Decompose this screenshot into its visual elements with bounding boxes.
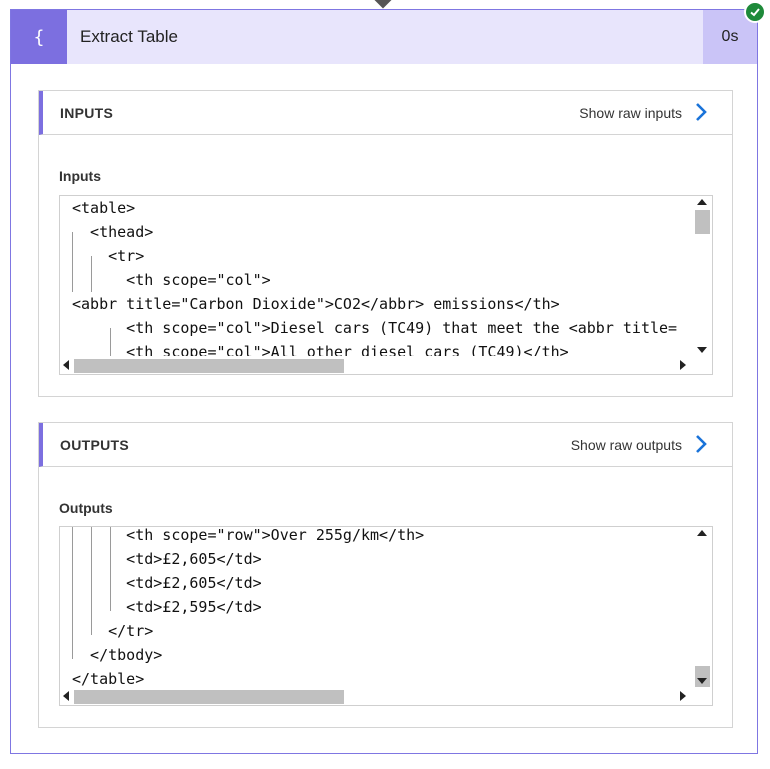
scroll-down-arrow-icon[interactable] <box>697 678 707 684</box>
chevron-right-icon[interactable] <box>694 434 708 454</box>
scroll-left-arrow-icon[interactable] <box>63 691 69 701</box>
code-line: <thead> <box>72 223 154 241</box>
outputs-section-title: OUTPUTS <box>60 437 129 453</box>
action-card: { Extract Table 0s INPUTS Show raw input… <box>10 1 766 754</box>
code-line: <th scope="col">All other diesel cars (T… <box>72 343 569 356</box>
scroll-right-arrow-icon[interactable] <box>680 691 686 701</box>
code-line: <th scope="col"> <box>72 271 271 289</box>
inputs-section-header[interactable]: INPUTS Show raw inputs <box>39 91 732 135</box>
inputs-horizontal-scrollbar[interactable] <box>60 356 712 374</box>
outputs-section-header[interactable]: OUTPUTS Show raw outputs <box>39 423 732 467</box>
card-header[interactable]: { Extract Table 0s <box>11 1 766 64</box>
inputs-code-viewer[interactable]: <table> <thead> <tr> <th scope="col"> <ab… <box>59 195 713 375</box>
outputs-horizontal-scrollbar[interactable] <box>60 687 712 705</box>
scroll-down-arrow-icon[interactable] <box>697 347 707 353</box>
inputs-code-content: <table> <thead> <tr> <th scope="col"> <ab… <box>60 196 692 356</box>
inputs-field-label: Inputs <box>59 168 101 184</box>
code-line: <td>£2,605</td> <box>72 574 262 592</box>
show-raw-inputs-link[interactable]: Show raw inputs <box>579 105 682 121</box>
outputs-code-content: <th scope="row">Over 255g/km</th> <td>£2… <box>60 527 692 687</box>
code-line: <td>£2,605</td> <box>72 550 262 568</box>
card-title: Extract Table <box>80 27 178 46</box>
code-line: </table> <box>72 670 145 687</box>
inputs-section-title: INPUTS <box>60 105 114 121</box>
scroll-up-arrow-icon[interactable] <box>697 530 707 536</box>
outputs-section: OUTPUTS Show raw outputs Outputs <th sco… <box>38 422 733 728</box>
chevron-right-icon[interactable] <box>694 102 708 122</box>
code-line: <abbr title="Carbon Dioxide">CO2</abbr> … <box>72 295 560 313</box>
svg-text:{: { <box>33 27 44 48</box>
code-line: </tr> <box>72 622 154 640</box>
inputs-vertical-scroll-thumb[interactable] <box>695 210 710 234</box>
outputs-vertical-scrollbar[interactable] <box>692 527 712 690</box>
code-line: <table> <box>72 199 136 217</box>
scroll-left-arrow-icon[interactable] <box>63 360 69 370</box>
outputs-horizontal-scroll-thumb[interactable] <box>74 690 344 704</box>
code-line: </tbody> <box>72 646 163 664</box>
code-line: <td>£2,595</td> <box>72 598 262 616</box>
inputs-section: INPUTS Show raw inputs Inputs <table> <t… <box>38 90 733 397</box>
code-line: <th scope="col">Diesel cars (TC49) that … <box>72 319 678 337</box>
outputs-field-label: Outputs <box>59 500 113 516</box>
braces-pencil-icon: { <box>11 10 67 64</box>
outputs-code-viewer[interactable]: <th scope="row">Over 255g/km</th> <td>£2… <box>59 526 713 706</box>
check-circle-icon <box>744 1 766 23</box>
code-line: <tr> <box>72 247 145 265</box>
inputs-horizontal-scroll-thumb[interactable] <box>74 359 344 373</box>
code-line: <th scope="row">Over 255g/km</th> <box>72 527 425 544</box>
inputs-vertical-scrollbar[interactable] <box>692 196 712 356</box>
scroll-up-arrow-icon[interactable] <box>697 199 707 205</box>
scroll-right-arrow-icon[interactable] <box>680 360 686 370</box>
show-raw-outputs-link[interactable]: Show raw outputs <box>571 437 682 453</box>
flow-connector <box>374 0 392 9</box>
